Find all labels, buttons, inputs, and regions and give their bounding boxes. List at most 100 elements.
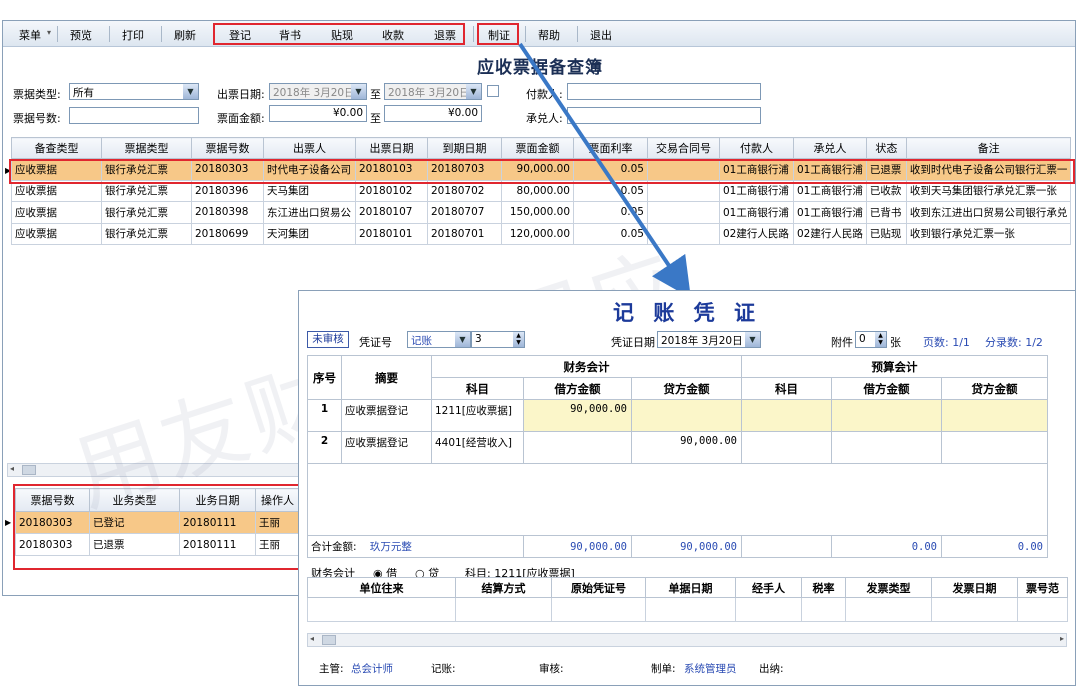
table-cell[interactable]	[1017, 597, 1068, 622]
face-amount-from-input[interactable]: ¥0.00	[269, 105, 367, 122]
scroll-thumb[interactable]	[322, 635, 336, 645]
chevron-down-icon[interactable]: ▼	[351, 84, 366, 99]
column-header[interactable]: 到期日期	[427, 137, 502, 159]
table-cell[interactable]: 收到银行承兑汇票一张	[905, 222, 1072, 245]
table-cell[interactable]: 20180699	[191, 222, 264, 245]
print-button[interactable]: 打印	[115, 27, 151, 43]
table-cell[interactable]: 东江进出口贸易公	[263, 201, 356, 224]
scroll-thumb[interactable]	[22, 465, 36, 475]
column-header[interactable]: 结算方式	[455, 577, 552, 598]
column-header[interactable]: 交易合同号	[647, 137, 720, 159]
acceptor-input[interactable]	[567, 107, 761, 124]
table-cell[interactable]: 应收票据	[11, 201, 102, 224]
table-cell[interactable]	[741, 431, 832, 464]
voucher-no-stepper[interactable]: 3 ▲ ▼	[471, 331, 525, 348]
voucher-type-select[interactable]: 记账 ▼	[407, 331, 471, 348]
table-cell[interactable]: 90,000.00	[631, 431, 742, 464]
column-header[interactable]: 备注	[905, 137, 1072, 159]
column-header[interactable]: 票面金额	[501, 137, 574, 159]
table-cell[interactable]	[735, 597, 802, 622]
column-header[interactable]: 票据类型	[101, 137, 192, 159]
table-cell[interactable]	[551, 597, 646, 622]
table-cell[interactable]	[831, 399, 942, 432]
table-cell[interactable]: 150,000.00	[501, 201, 574, 224]
bill-no-input[interactable]	[69, 107, 199, 124]
table-cell[interactable]	[741, 399, 832, 432]
attachment-stepper[interactable]: 0 ▲ ▼	[855, 331, 887, 348]
table-cell[interactable]: 90,000.00	[523, 399, 632, 432]
chevron-down-icon[interactable]: ▼	[745, 332, 760, 347]
table-cell[interactable]	[831, 431, 942, 464]
table-cell[interactable]	[307, 597, 456, 622]
payer-input[interactable]	[567, 83, 761, 100]
column-header[interactable]: 发票类型	[845, 577, 932, 598]
table-cell[interactable]: 20180398	[191, 201, 264, 224]
table-cell[interactable]	[801, 597, 846, 622]
chevron-down-icon[interactable]: ▼	[466, 84, 481, 99]
preview-button[interactable]: 预览	[63, 27, 99, 43]
scroll-left-icon[interactable]: ◂	[310, 634, 314, 643]
table-cell[interactable]: 收到东江进出口贸易公司银行承兑	[905, 201, 1072, 224]
table-row[interactable]: 应收票据 银行承兑汇票 20180699 天河集团 20180101 20180…	[11, 222, 1072, 245]
voucher-date-field[interactable]: 2018年 3月20日 ▼	[657, 331, 761, 348]
table-cell[interactable]	[523, 431, 632, 464]
table-cell[interactable]: 02建行人民路	[793, 222, 867, 245]
table-cell[interactable]: 应收票据登记	[341, 431, 432, 464]
chevron-down-icon[interactable]: ▼	[455, 332, 470, 347]
table-cell[interactable]: 20180701	[427, 222, 502, 245]
table-cell[interactable]: 20180107	[355, 201, 428, 224]
refresh-button[interactable]: 刷新	[167, 27, 203, 43]
table-cell[interactable]	[845, 597, 932, 622]
column-header[interactable]: 原始凭证号	[551, 577, 646, 598]
table-cell[interactable]: 应收票据	[11, 222, 102, 245]
column-header[interactable]: 票据号数	[191, 137, 264, 159]
column-header[interactable]: 出票人	[263, 137, 356, 159]
column-header[interactable]: 发票日期	[931, 577, 1018, 598]
table-cell[interactable]	[941, 431, 1048, 464]
column-header[interactable]: 经手人	[735, 577, 802, 598]
table-cell[interactable]	[941, 399, 1048, 432]
table-cell[interactable]: 01工商银行浦	[719, 201, 794, 224]
table-cell[interactable]: 已贴现	[865, 222, 907, 245]
column-header[interactable]: 出票日期	[355, 137, 428, 159]
table-cell[interactable]	[455, 597, 552, 622]
column-header[interactable]: 税率	[801, 577, 846, 598]
column-header[interactable]: 单据日期	[645, 577, 736, 598]
table-cell[interactable]: 0.05	[573, 201, 648, 224]
table-cell[interactable]: 20180707	[427, 201, 502, 224]
table-cell[interactable]	[645, 597, 736, 622]
table-row[interactable]: 1 应收票据登记 1211[应收票据] 90,000.00	[307, 399, 1048, 432]
column-header[interactable]: 承兑人	[793, 137, 867, 159]
table-cell[interactable]: 01工商银行浦	[793, 201, 867, 224]
table-cell[interactable]: 20180101	[355, 222, 428, 245]
menu-button[interactable]: 菜单	[15, 27, 45, 43]
column-header[interactable]: 票号范	[1017, 577, 1068, 598]
column-header[interactable]: 备查类型	[11, 137, 102, 159]
exit-button[interactable]: 退出	[583, 27, 619, 43]
table-cell[interactable]: 02建行人民路	[719, 222, 794, 245]
chevron-down-icon[interactable]: ▾	[45, 28, 53, 44]
table-cell[interactable]	[631, 399, 742, 432]
table-row[interactable]: 应收票据 银行承兑汇票 20180398 东江进出口贸易公 20180107 2…	[11, 201, 1072, 224]
table-cell[interactable]: 已背书	[865, 201, 907, 224]
table-cell[interactable]: 4401[经营收入]	[431, 431, 524, 464]
help-button[interactable]: 帮助	[531, 27, 567, 43]
table-cell[interactable]	[931, 597, 1018, 622]
column-header[interactable]: 状态	[865, 137, 907, 159]
column-header[interactable]: 付款人	[719, 137, 794, 159]
horizontal-scrollbar[interactable]: ◂ ▸	[307, 633, 1067, 647]
spin-icon[interactable]: ▲ ▼	[875, 332, 886, 347]
table-cell[interactable]: 1211[应收票据]	[431, 399, 524, 432]
spin-icon[interactable]: ▲ ▼	[513, 332, 524, 347]
table-cell[interactable]: 天河集团	[263, 222, 356, 245]
table-cell[interactable]: 银行承兑汇票	[101, 201, 192, 224]
issue-date-to-field[interactable]: 2018年 3月20日 ▼	[384, 83, 482, 100]
column-header[interactable]: 单位往来	[307, 577, 456, 598]
table-cell[interactable]: 银行承兑汇票	[101, 222, 192, 245]
bill-type-select[interactable]: 所有 ▼	[69, 83, 199, 100]
table-cell[interactable]	[647, 201, 720, 224]
table-cell[interactable]: 120,000.00	[501, 222, 574, 245]
table-row[interactable]: 2 应收票据登记 4401[经营收入] 90,000.00	[307, 431, 1048, 464]
issue-date-from-field[interactable]: 2018年 3月20日 ▼	[269, 83, 367, 100]
date-filter-checkbox[interactable]	[487, 85, 499, 97]
